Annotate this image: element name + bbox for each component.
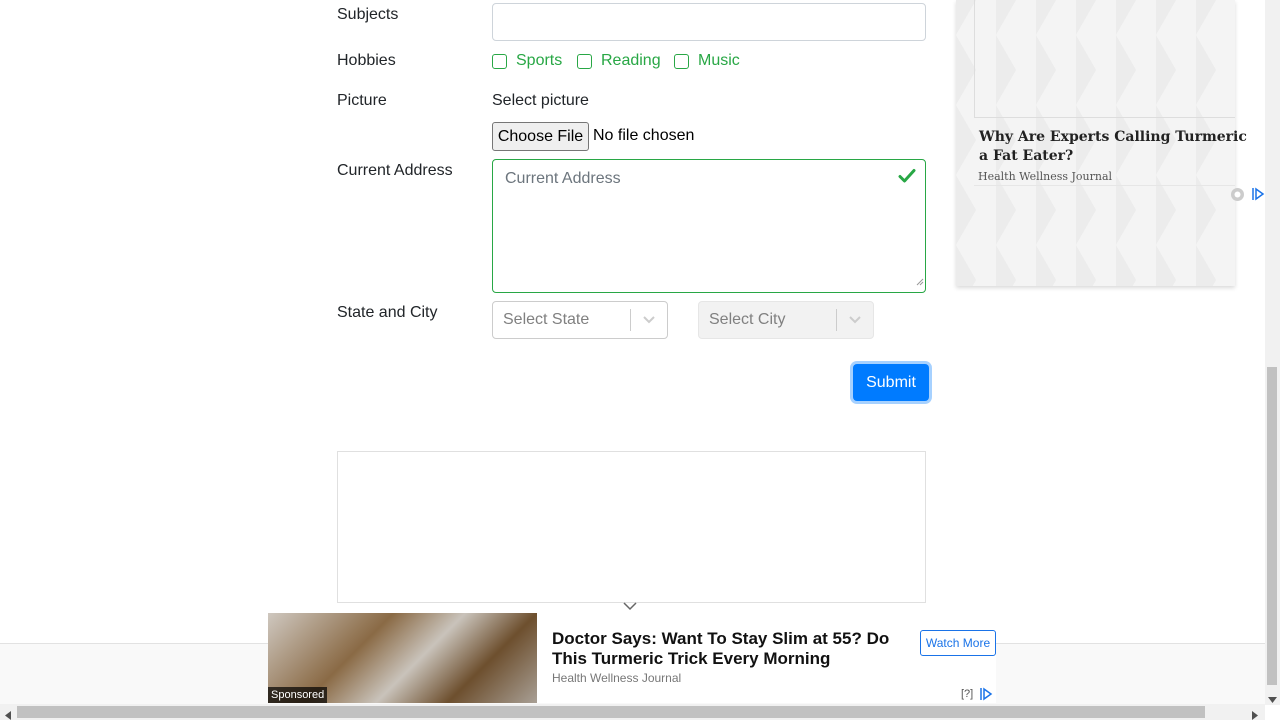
vertical-scroll-thumb[interactable] [1267,367,1277,685]
choose-file-button[interactable]: Choose File [492,122,589,151]
city-placeholder: Select City [709,311,786,328]
hobby-reading[interactable]: Reading [577,52,661,70]
resize-handle-icon[interactable] [914,273,924,291]
bottom-ad-source: Health Wellness Journal [552,671,682,685]
state-placeholder: Select State [503,311,590,328]
hobbies-label: Hobbies [337,52,396,69]
file-status: No file chosen [593,127,695,144]
hobby-sports[interactable]: Sports [492,52,562,70]
chevron-down-icon[interactable] [837,315,873,325]
picture-label: Picture [337,92,387,109]
current-address-placeholder: Current Address [505,170,621,187]
select-picture-label: Select picture [492,92,589,109]
subjects-label: Subjects [337,6,399,23]
city-select[interactable]: Select City [698,301,874,339]
state-city-label: State and City [337,304,438,321]
hobby-music[interactable]: Music [674,52,740,70]
side-ad[interactable]: Why Are Experts Calling Turmeric a Fat E… [956,0,1247,286]
state-select[interactable]: Select State [492,301,668,339]
horizontal-scroll-thumb[interactable] [17,706,1205,718]
ad-placeholder [337,451,926,603]
bottom-ad-image[interactable]: Sponsored [268,613,537,703]
ad-close-icon[interactable] [1230,187,1245,207]
scroll-down-arrow-icon[interactable] [1268,690,1277,708]
side-ad-source: Health Wellness Journal [978,170,1113,183]
sports-label[interactable]: Sports [516,52,562,70]
bottom-ad-title[interactable]: Doctor Says: Want To Stay Slim at 55? Do… [552,629,892,669]
watch-more-button[interactable]: Watch More [920,630,996,656]
reading-label[interactable]: Reading [601,52,661,70]
music-label[interactable]: Music [698,52,740,70]
current-address-label: Current Address [337,162,453,179]
submit-button[interactable]: Submit [853,364,929,401]
divider [974,185,1235,186]
reading-checkbox[interactable] [577,53,592,69]
chevron-down-icon[interactable] [631,315,667,325]
sponsored-badge: Sponsored [268,687,328,703]
check-icon [898,168,916,189]
subjects-input[interactable] [492,3,926,41]
adchoices-icon[interactable] [1251,187,1265,206]
side-ad-title[interactable]: Why Are Experts Calling Turmeric a Fat E… [979,128,1249,166]
side-ad-image[interactable] [974,0,1235,118]
sports-checkbox[interactable] [492,53,507,69]
current-address-textarea[interactable]: Current Address [492,159,926,293]
music-checkbox[interactable] [674,53,689,69]
bottom-ad[interactable]: Sponsored Doctor Says: Want To Stay Slim… [268,613,996,703]
ad-info-link[interactable]: [?] [961,688,973,700]
scroll-right-arrow-icon[interactable] [1252,707,1258,725]
scroll-left-arrow-icon[interactable] [5,707,11,725]
